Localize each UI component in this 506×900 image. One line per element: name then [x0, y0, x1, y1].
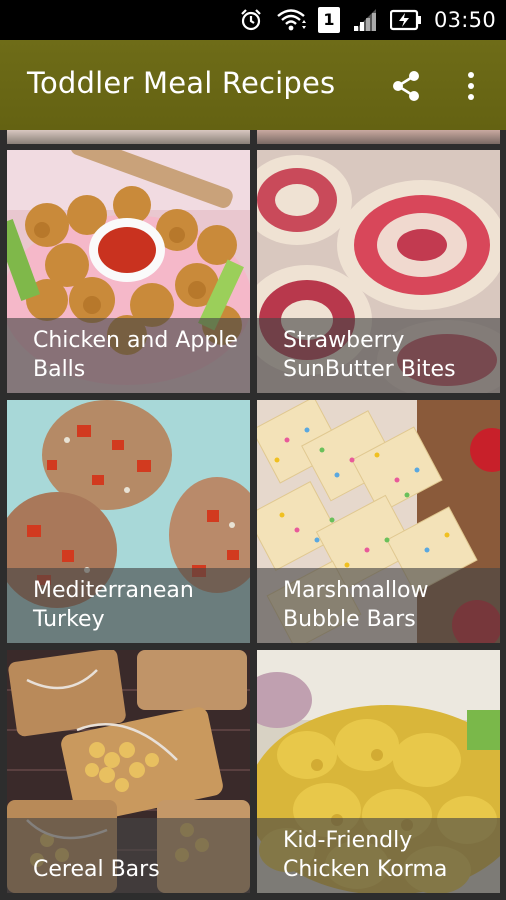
sim-icon: 1	[317, 7, 340, 33]
share-button[interactable]	[386, 66, 426, 106]
overflow-menu-icon	[468, 72, 474, 100]
recipe-title: Marshmallow Bubble Bars	[283, 578, 429, 632]
clock-time: 03:50	[433, 8, 496, 32]
status-bar: 1 03:50	[0, 0, 506, 40]
share-icon	[393, 71, 419, 101]
recipe-caption: Strawberry SunButter Bites	[257, 318, 500, 393]
recipe-card[interactable]: Mediterranean Turkey	[7, 400, 250, 643]
recipe-title: Chicken and Apple Balls	[33, 328, 238, 382]
previous-row-right-peek	[257, 130, 500, 144]
recipe-caption: Cereal Bars	[7, 818, 250, 893]
recipe-card[interactable]: Cereal Bars	[7, 650, 250, 893]
signal-icon	[352, 7, 378, 33]
recipe-card[interactable]: Strawberry SunButter Bites	[257, 150, 500, 393]
app-bar: Toddler Meal Recipes	[0, 40, 506, 130]
overflow-menu-button[interactable]	[456, 66, 486, 106]
recipe-caption: Marshmallow Bubble Bars	[257, 568, 500, 643]
recipe-caption: Chicken and Apple Balls	[7, 318, 250, 393]
app-title: Toddler Meal Recipes	[27, 66, 336, 100]
battery-charging-icon	[389, 9, 422, 31]
recipe-title: Kid-Friendly Chicken Korma	[283, 828, 448, 882]
recipe-title: Cereal Bars	[33, 857, 160, 882]
recipe-caption: Kid-Friendly Chicken Korma	[257, 818, 500, 893]
recipe-card[interactable]: Kid-Friendly Chicken Korma	[257, 650, 500, 893]
wifi-icon	[276, 7, 306, 33]
recipe-card[interactable]: Chicken and Apple Balls	[7, 150, 250, 393]
recipe-grid[interactable]: Chicken and Apple Balls Strawberry SunBu…	[0, 130, 506, 900]
recipe-card[interactable]: Marshmallow Bubble Bars	[257, 400, 500, 643]
alarm-icon	[238, 7, 264, 33]
recipe-title: Strawberry SunButter Bites	[283, 328, 456, 382]
recipe-caption: Mediterranean Turkey	[7, 568, 250, 643]
previous-row-left-peek	[7, 130, 250, 144]
recipe-title: Mediterranean Turkey	[33, 578, 194, 632]
